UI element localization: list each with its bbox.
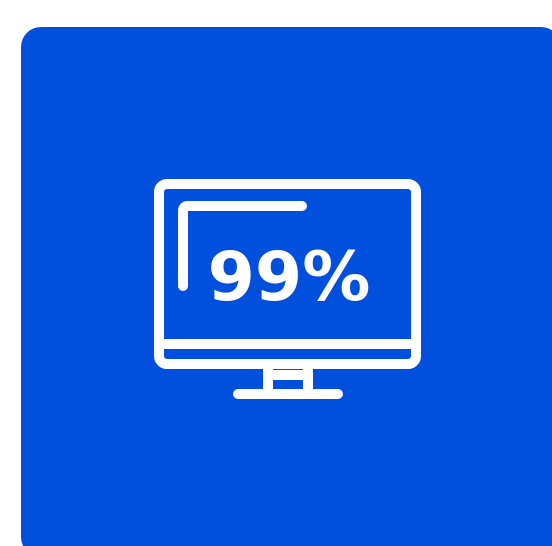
monitor-icon: 99%	[154, 179, 421, 399]
page: 99%	[0, 0, 552, 546]
percent-text: 99%	[208, 238, 371, 317]
